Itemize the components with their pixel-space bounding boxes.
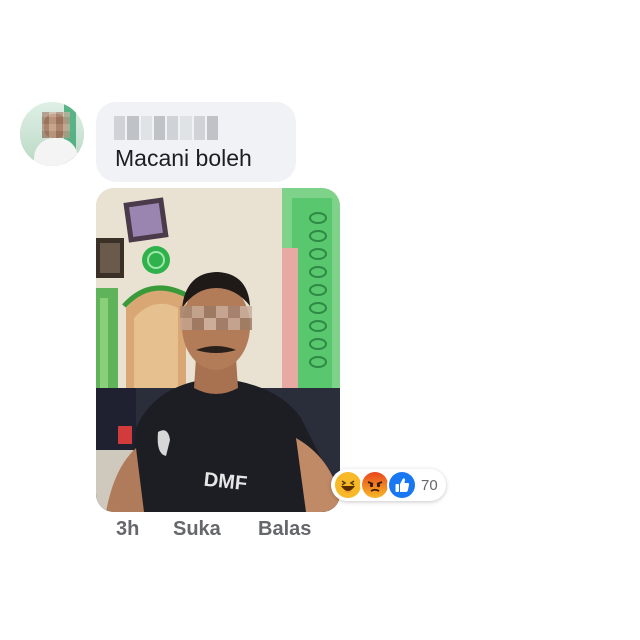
commenter-avatar[interactable] xyxy=(20,102,84,166)
comment-actions: 3h Suka Balas xyxy=(116,518,311,541)
reaction-count: 70 xyxy=(421,476,438,494)
comment-timestamp[interactable]: 3h xyxy=(116,518,173,541)
author-name-censored[interactable] xyxy=(114,116,218,140)
reactions-summary[interactable]: 70 xyxy=(331,469,446,501)
reply-button[interactable]: Balas xyxy=(258,518,311,541)
comment-photo[interactable]: DMF xyxy=(96,188,340,512)
avatar-face-mosaic xyxy=(42,112,70,138)
shirt-print-text: DMF xyxy=(203,469,248,495)
photo-illustration: DMF xyxy=(96,188,340,512)
like-icon xyxy=(387,470,417,500)
comment-text: Macani boleh xyxy=(115,145,252,171)
haha-icon xyxy=(333,470,363,500)
comment-bubble: Macani boleh xyxy=(96,102,296,182)
like-button[interactable]: Suka xyxy=(173,518,258,541)
avatar-shirt xyxy=(34,138,78,166)
angry-icon xyxy=(360,470,390,500)
